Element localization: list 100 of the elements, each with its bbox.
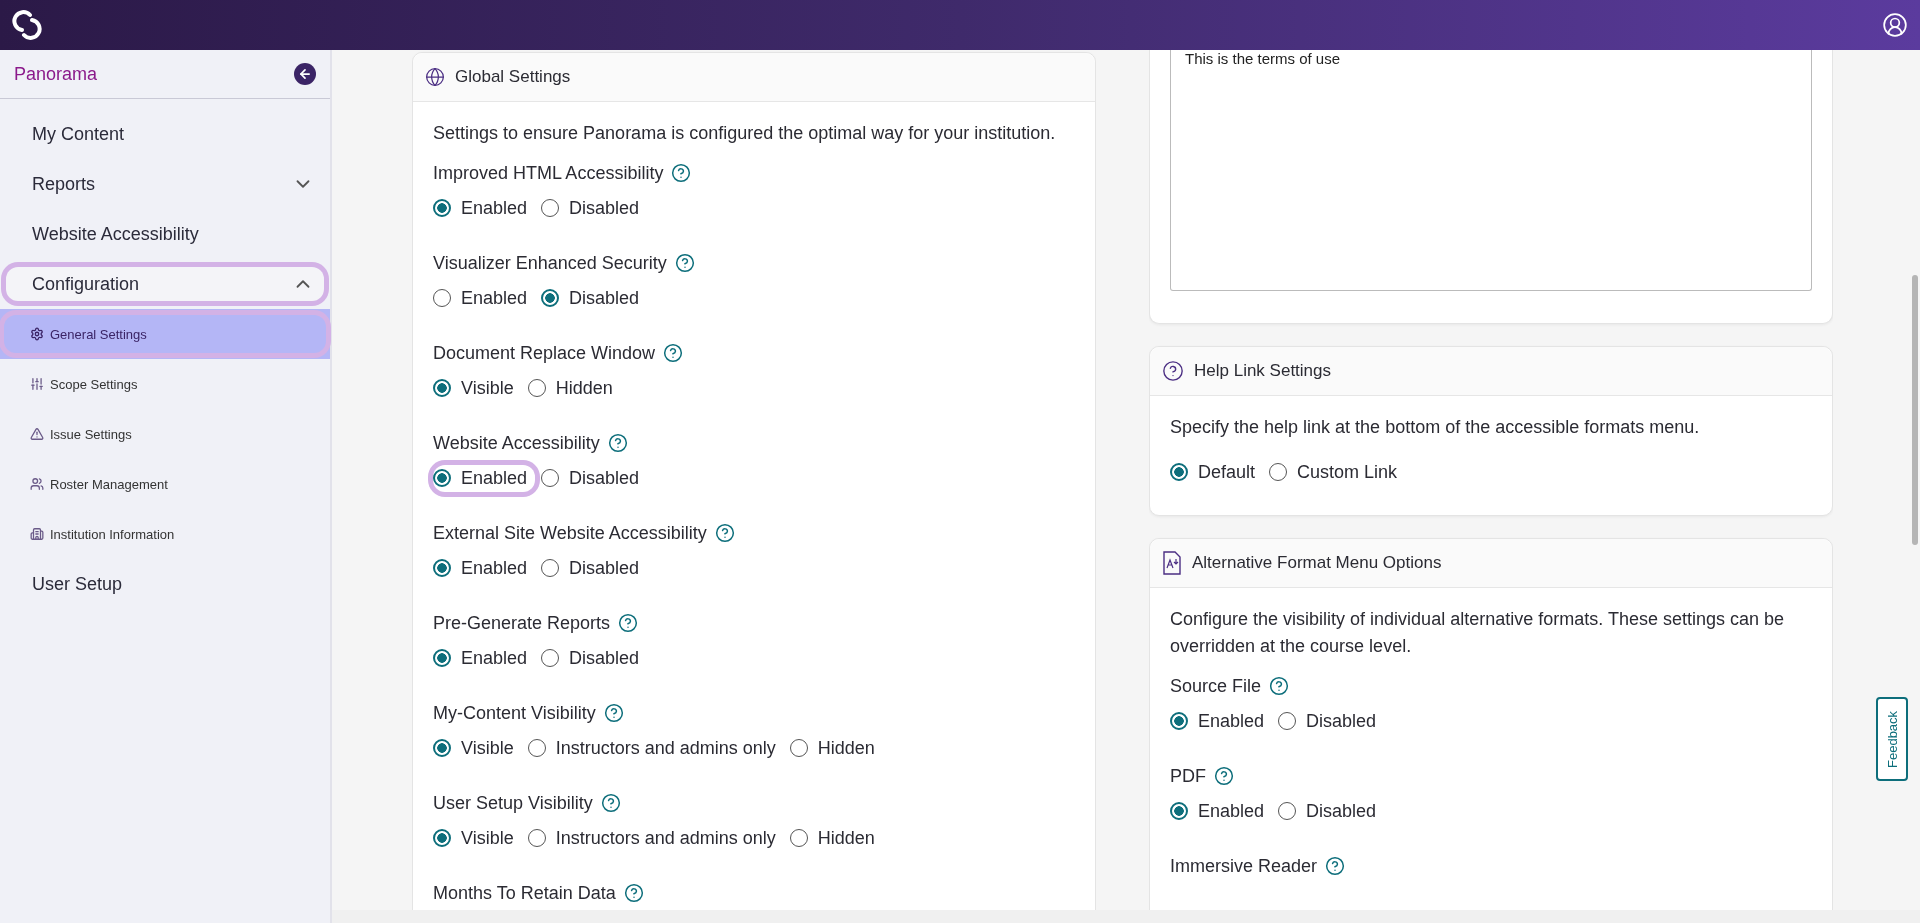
building-icon — [30, 527, 44, 541]
radio-option[interactable]: Enabled — [433, 194, 536, 222]
nav-item[interactable]: My Content — [6, 117, 324, 151]
radio-option[interactable]: Hidden — [527, 374, 621, 402]
card-title: Alternative Format Menu Options — [1192, 553, 1442, 573]
radio-option[interactable]: Default — [1170, 458, 1264, 486]
radio-option[interactable]: Hidden — [789, 734, 883, 762]
card-description: Settings to ensure Panorama is configured the optimal way for your institution. — [433, 122, 1057, 145]
radio-option[interactable]: Visible — [433, 734, 522, 762]
radio-option[interactable]: Custom Link — [1269, 458, 1406, 486]
terms-textarea[interactable]: This is the terms of use — [1170, 50, 1812, 291]
logo-icon[interactable] — [12, 10, 42, 40]
radio-button[interactable] — [433, 559, 451, 577]
radio-button[interactable] — [433, 289, 451, 307]
feedback-tab[interactable]: Feedback — [1876, 697, 1908, 781]
radio-option[interactable]: Enabled — [1170, 797, 1273, 825]
radio-button[interactable] — [1170, 463, 1188, 481]
radio-button[interactable] — [433, 199, 451, 217]
setting-label: Months To Retain Data — [433, 882, 616, 904]
radio-button[interactable] — [541, 289, 560, 307]
radio-option[interactable]: Instructors and admins only — [527, 824, 784, 852]
radio-option[interactable]: Disabled — [541, 554, 648, 582]
radio-option[interactable]: Disabled — [1278, 707, 1385, 735]
radio-button[interactable] — [527, 829, 546, 847]
radio-button[interactable] — [541, 559, 560, 577]
radio-option[interactable]: Disabled — [541, 644, 648, 672]
radio-button[interactable] — [433, 649, 451, 667]
radio-button[interactable] — [433, 469, 451, 487]
radio-option[interactable]: Enabled — [433, 464, 536, 492]
radio-button[interactable] — [541, 199, 560, 217]
setting-label: Improved HTML Accessibility — [433, 162, 664, 184]
nav-subitem[interactable]: Roster Management — [4, 465, 326, 503]
radio-button[interactable] — [789, 829, 808, 847]
globe-icon — [425, 67, 445, 87]
setting-label: Immersive Reader — [1170, 855, 1318, 877]
radio-option[interactable]: Enabled — [433, 644, 536, 672]
card-description: Configure the visibility of individual alternative formats. These settings can be overridden at the course level. — [1170, 608, 1785, 658]
nav-subitem[interactable]: Scope Settings — [4, 365, 326, 403]
radio-option[interactable]: Visible — [433, 824, 522, 852]
sliders-icon — [30, 377, 44, 391]
help-icon[interactable] — [603, 703, 624, 723]
radio-button[interactable] — [1278, 712, 1297, 730]
radio-option[interactable]: Disabled — [541, 464, 648, 492]
card-title: Help Link Settings — [1194, 361, 1332, 381]
radio-button[interactable] — [1170, 802, 1188, 820]
radio-button[interactable] — [433, 829, 451, 847]
gear-icon — [30, 327, 44, 341]
card-title: Global Settings — [455, 67, 571, 87]
setting-label: Source File — [1170, 675, 1262, 697]
radio-button[interactable] — [527, 739, 546, 757]
help-icon[interactable] — [1214, 766, 1234, 786]
radio-option[interactable]: Disabled — [541, 194, 648, 222]
radio-option[interactable]: Enabled — [433, 284, 536, 312]
radio-option[interactable]: Instructors and admins only — [527, 734, 784, 762]
radio-button[interactable] — [433, 739, 451, 757]
nav-item[interactable]: Website Accessibility — [6, 217, 324, 251]
setting-label: Visualizer Enhanced Security — [433, 252, 667, 274]
setting-label: PDF — [1170, 765, 1206, 787]
nav-subitem[interactable]: Issue Settings — [4, 415, 326, 453]
radio-button[interactable] — [1170, 712, 1188, 730]
radio-option[interactable]: Disabled — [541, 284, 648, 312]
radio-button[interactable] — [541, 649, 560, 667]
help-icon[interactable] — [600, 793, 621, 813]
nav-item[interactable]: Reports — [6, 167, 324, 201]
sidebar-title: Panorama — [14, 63, 98, 85]
setting-label: Document Replace Window — [433, 342, 656, 364]
help-icon[interactable] — [671, 163, 692, 183]
people-icon — [30, 477, 44, 491]
radio-button[interactable] — [1278, 802, 1297, 820]
warning-icon — [30, 427, 44, 441]
collapse-button[interactable] — [294, 63, 316, 85]
radio-button[interactable] — [541, 469, 560, 487]
setting-label: User Setup Visibility — [433, 792, 593, 814]
radio-option[interactable]: Enabled — [433, 554, 536, 582]
radio-button[interactable] — [527, 379, 546, 397]
setting-label: External Site Website Accessibility — [433, 522, 707, 544]
radio-button[interactable] — [789, 739, 808, 757]
help-icon[interactable] — [618, 613, 639, 633]
help-icon[interactable] — [1325, 856, 1346, 876]
radio-button[interactable] — [1269, 463, 1288, 481]
setting-label: Website Accessibility — [433, 432, 600, 454]
nav-subitem[interactable]: Institution Information — [4, 515, 326, 553]
help-icon[interactable] — [714, 523, 735, 543]
radio-option[interactable]: Hidden — [789, 824, 883, 852]
radio-button[interactable] — [433, 379, 451, 397]
help-icon[interactable] — [623, 883, 644, 903]
setting-label: My-Content Visibility — [433, 702, 596, 724]
help-icon — [1162, 360, 1184, 382]
help-icon[interactable] — [663, 343, 684, 363]
radio-option[interactable]: Enabled — [1170, 707, 1273, 735]
user-icon[interactable] — [1882, 12, 1908, 38]
help-icon[interactable] — [1269, 676, 1290, 696]
radio-option[interactable]: Visible — [433, 374, 522, 402]
card-description: Specify the help link at the bottom of the accessible formats menu. — [1170, 416, 1701, 439]
help-icon[interactable] — [674, 253, 695, 273]
radio-option[interactable]: Disabled — [1278, 797, 1385, 825]
help-icon[interactable] — [607, 433, 628, 453]
document-icon — [1162, 551, 1182, 575]
nav-item[interactable]: User Setup — [6, 567, 324, 601]
scrollbar-thumb[interactable] — [1912, 275, 1918, 545]
